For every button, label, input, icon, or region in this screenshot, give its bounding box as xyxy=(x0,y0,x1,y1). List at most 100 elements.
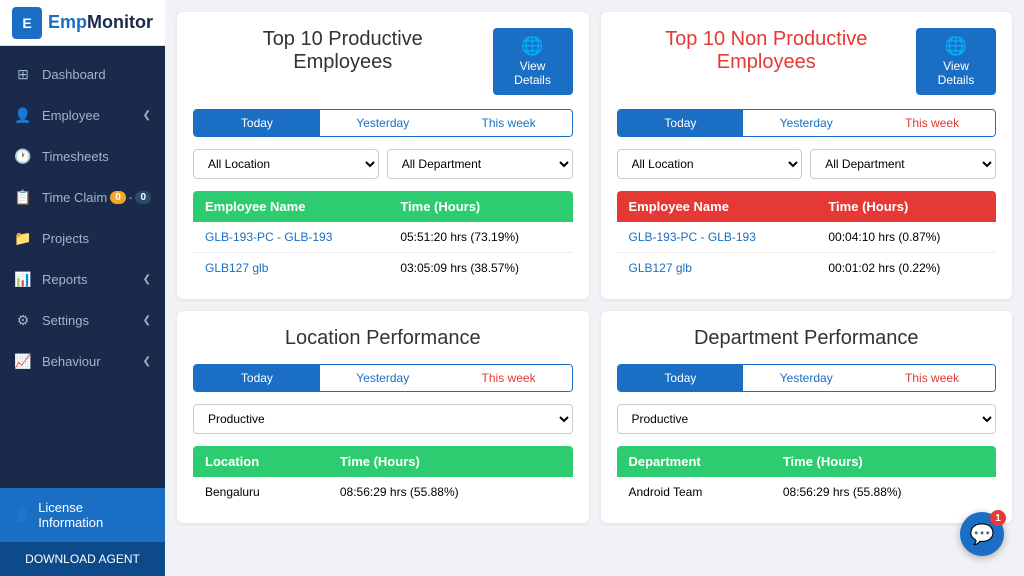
tab-today-np[interactable]: Today xyxy=(618,110,744,136)
productive-table-body: GLB-193-PC - GLB-193 05:51:20 hrs (73.19… xyxy=(193,222,573,283)
sidebar-item-timeclaim[interactable]: 📋 Time Claim 0 - 0 xyxy=(0,177,165,218)
non-productive-table-head: Employee Name Time (Hours) xyxy=(617,191,997,222)
non-productive-table: Employee Name Time (Hours) GLB-193-PC - … xyxy=(617,191,997,283)
sidebar-item-label: Reports xyxy=(42,272,88,287)
col-location: Location xyxy=(193,446,328,477)
non-productive-card-title: Top 10 Non ProductiveEmployees xyxy=(617,28,917,74)
sidebar-item-projects[interactable]: 📁 Projects xyxy=(0,218,165,259)
timeclaim-badges: 0 - 0 xyxy=(110,191,151,204)
department-name-1: Android Team xyxy=(617,477,771,507)
tab-thisweek-productive[interactable]: This week xyxy=(446,110,572,136)
non-productive-tabs: Today Yesterday This week xyxy=(617,109,997,137)
settings-icon: ⚙ xyxy=(14,312,32,329)
location-time-1: 08:56:29 hrs (55.88%) xyxy=(328,477,573,507)
projects-icon: 📁 xyxy=(14,230,32,247)
license-icon: 👤 xyxy=(14,507,30,523)
department-select-productive[interactable]: All Department xyxy=(387,149,573,179)
department-time-1: 08:56:29 hrs (55.88%) xyxy=(771,477,996,507)
time-value-2: 03:05:09 hrs (38.57%) xyxy=(388,253,572,284)
productive-table: Employee Name Time (Hours) GLB-193-PC - … xyxy=(193,191,573,283)
col-np-time-hours: Time (Hours) xyxy=(816,191,996,222)
globe-icon-np: 🌐 xyxy=(945,36,967,57)
reports-icon: 📊 xyxy=(14,271,32,288)
tab-yesterday-loc[interactable]: Yesterday xyxy=(320,365,446,391)
logo-text: EmpMonitor xyxy=(48,12,153,33)
sidebar-item-employee[interactable]: 👤 Employee ❮ xyxy=(0,95,165,136)
department-select-np[interactable]: All Department xyxy=(810,149,996,179)
productive-selects: All Location All Department xyxy=(193,149,573,179)
sidebar-item-label: Settings xyxy=(42,313,89,328)
chevron-right-icon-settings: ❮ xyxy=(143,315,151,326)
chat-fab-button[interactable]: 💬 1 xyxy=(960,512,1004,556)
sidebar-item-label: Projects xyxy=(42,231,89,246)
department-card: Department Performance Today Yesterday T… xyxy=(601,311,1013,523)
chat-icon: 💬 xyxy=(970,522,995,547)
tab-today-dept[interactable]: Today xyxy=(618,365,744,391)
view-details-label: View xyxy=(520,59,546,73)
employee-link-2[interactable]: GLB127 glb xyxy=(193,253,388,284)
tab-yesterday-productive[interactable]: Yesterday xyxy=(320,110,446,136)
table-row: Bengaluru 08:56:29 hrs (55.88%) xyxy=(193,477,573,507)
sidebar-item-dashboard[interactable]: ⊞ Dashboard xyxy=(0,54,165,95)
timesheets-icon: 🕐 xyxy=(14,148,32,165)
np-time-value-1: 00:04:10 hrs (0.87%) xyxy=(816,222,996,253)
chevron-right-icon-reports: ❮ xyxy=(143,274,151,285)
location-select-wrap: All Location xyxy=(193,149,379,179)
table-row: GLB127 glb 03:05:09 hrs (38.57%) xyxy=(193,253,573,284)
department-card-title: Department Performance xyxy=(617,327,997,350)
sidebar-item-label: Dashboard xyxy=(42,67,106,82)
non-productive-view-details-button[interactable]: 🌐 View Details xyxy=(916,28,996,95)
download-agent-button[interactable]: DOWNLOAD AGENT xyxy=(0,542,165,576)
location-select-productive[interactable]: All Location xyxy=(193,149,379,179)
table-row: Android Team 08:56:29 hrs (55.88%) xyxy=(617,477,997,507)
non-productive-card: Top 10 Non ProductiveEmployees 🌐 View De… xyxy=(601,12,1013,299)
col-location-time: Time (Hours) xyxy=(328,446,573,477)
col-department: Department xyxy=(617,446,771,477)
tab-thisweek-np[interactable]: This week xyxy=(869,110,995,136)
timeclaim-icon: 📋 xyxy=(14,189,32,206)
tab-thisweek-dept[interactable]: This week xyxy=(869,365,995,391)
productive-view-details-button[interactable]: 🌐 View Details xyxy=(493,28,573,95)
employee-icon: 👤 xyxy=(14,107,32,124)
tab-thisweek-loc[interactable]: This week xyxy=(446,365,572,391)
sidebar-item-settings[interactable]: ⚙ Settings ❮ xyxy=(0,300,165,341)
badge-dark-zero: 0 xyxy=(135,191,151,204)
non-productive-table-body: GLB-193-PC - GLB-193 00:04:10 hrs (0.87%… xyxy=(617,222,997,283)
sidebar-nav: ⊞ Dashboard 👤 Employee ❮ 🕐 Timesheets 📋 … xyxy=(0,46,165,488)
department-table-body: Android Team 08:56:29 hrs (55.88%) xyxy=(617,477,997,507)
dashboard-icon: ⊞ xyxy=(14,66,32,83)
sidebar-item-behaviour[interactable]: 📈 Behaviour ❮ xyxy=(0,341,165,382)
view-details-label2-np: Details xyxy=(938,73,975,87)
tab-yesterday-dept[interactable]: Yesterday xyxy=(743,365,869,391)
np-employee-link-2[interactable]: GLB127 glb xyxy=(617,253,817,284)
bottom-cards-row: Location Performance Today Yesterday Thi… xyxy=(177,311,1012,523)
tab-today-productive[interactable]: Today xyxy=(194,110,320,136)
location-type-select[interactable]: Productive xyxy=(193,404,573,434)
license-label: License Information xyxy=(38,500,151,530)
col-time-hours: Time (Hours) xyxy=(388,191,572,222)
tab-today-loc[interactable]: Today xyxy=(194,365,320,391)
table-row: GLB-193-PC - GLB-193 05:51:20 hrs (73.19… xyxy=(193,222,573,253)
sidebar-item-timesheets[interactable]: 🕐 Timesheets xyxy=(0,136,165,177)
location-card-title: Location Performance xyxy=(193,327,573,350)
employee-link-1[interactable]: GLB-193-PC - GLB-193 xyxy=(193,222,388,253)
table-row: GLB127 glb 00:01:02 hrs (0.22%) xyxy=(617,253,997,284)
license-button[interactable]: 👤 License Information xyxy=(0,488,165,542)
chevron-right-icon-behaviour: ❮ xyxy=(143,356,151,367)
np-employee-link-1[interactable]: GLB-193-PC - GLB-193 xyxy=(617,222,817,253)
department-type-select[interactable]: Productive xyxy=(617,404,997,434)
chevron-right-icon: ❮ xyxy=(143,110,151,121)
badge-zero: 0 xyxy=(110,191,126,204)
sidebar-item-reports[interactable]: 📊 Reports ❮ xyxy=(0,259,165,300)
sidebar-item-label: Timesheets xyxy=(42,149,109,164)
globe-icon: 🌐 xyxy=(521,36,543,57)
non-productive-selects: All Location All Department xyxy=(617,149,997,179)
sidebar-item-label: Employee xyxy=(42,108,100,123)
location-select-np[interactable]: All Location xyxy=(617,149,803,179)
chat-badge: 1 xyxy=(990,510,1006,526)
department-select-wrap: All Department xyxy=(387,149,573,179)
sidebar-bottom: 👤 License Information DOWNLOAD AGENT xyxy=(0,488,165,576)
tab-yesterday-np[interactable]: Yesterday xyxy=(743,110,869,136)
main-content: Top 10 ProductiveEmployees 🌐 View Detail… xyxy=(165,0,1024,576)
location-select-np-wrap: All Location xyxy=(617,149,803,179)
